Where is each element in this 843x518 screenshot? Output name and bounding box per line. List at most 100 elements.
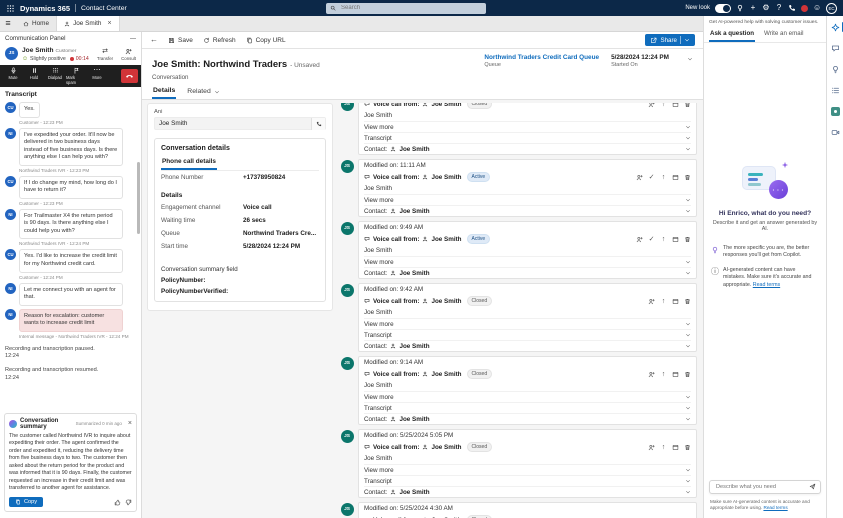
action-check-icon[interactable]: ✓	[648, 174, 655, 181]
timeline-transcript[interactable]: Transcript	[364, 475, 691, 486]
timeline-view-more[interactable]: View more	[364, 194, 691, 205]
hamburger-menu-icon[interactable]: ≡	[0, 16, 16, 31]
bulb-icon[interactable]	[830, 64, 840, 74]
call-control-mark-spam[interactable]: Mark spam	[66, 67, 86, 85]
timeline-contact[interactable]: Contact: Joe Smith	[364, 267, 691, 278]
footer-read-terms-link[interactable]: Read terms	[763, 505, 787, 510]
action-person-add-icon[interactable]	[648, 298, 655, 305]
phone-icon[interactable]	[788, 4, 796, 12]
consult-button[interactable]: Consult	[121, 48, 136, 61]
action-arrow-up-icon[interactable]: ↑	[660, 103, 667, 108]
global-search[interactable]	[326, 2, 487, 14]
action-window-icon[interactable]	[672, 103, 679, 108]
call-control-hold[interactable]: Hold	[24, 67, 44, 85]
call-contact-button[interactable]	[311, 117, 325, 130]
tab-home[interactable]: Home	[16, 16, 58, 31]
teams-icon[interactable]	[830, 106, 840, 116]
action-window-icon[interactable]	[672, 174, 679, 181]
action-window-icon[interactable]	[672, 236, 679, 243]
tab-joe-smith[interactable]: Joe Smith ×	[57, 16, 120, 31]
action-window-icon[interactable]	[672, 371, 679, 378]
ani-input[interactable]	[155, 120, 311, 127]
thumb-down-icon[interactable]	[125, 499, 132, 506]
timeline-view-more[interactable]: View more	[364, 121, 691, 132]
action-trash-icon[interactable]	[684, 444, 691, 451]
mic-icon	[10, 67, 17, 74]
waffle-icon[interactable]	[6, 4, 15, 13]
feedback-smiley-icon[interactable]: ☺	[813, 4, 821, 12]
chat-icon[interactable]	[830, 43, 840, 53]
action-trash-icon[interactable]	[684, 103, 691, 108]
queue-value-link[interactable]: Northwind Traders Credit Card Queue	[484, 54, 599, 61]
transfer-button[interactable]: ⇄ Transfer	[97, 48, 113, 61]
action-trash-icon[interactable]	[684, 371, 691, 378]
user-avatar[interactable]: EC	[826, 2, 838, 14]
action-person-add-icon[interactable]	[648, 103, 655, 108]
list-icon[interactable]	[830, 85, 840, 95]
presence-dnd-icon[interactable]	[801, 4, 809, 12]
timeline-transcript[interactable]: Transcript	[364, 329, 691, 340]
action-arrow-up-icon[interactable]: ↑	[660, 236, 667, 243]
timeline-transcript[interactable]: Transcript	[364, 402, 691, 413]
collapse-header-chevron-icon[interactable]	[687, 56, 693, 62]
back-button[interactable]: ←	[150, 36, 158, 44]
action-trash-icon[interactable]	[684, 174, 691, 181]
action-check-icon[interactable]: ✓	[648, 236, 655, 243]
action-person-add-icon[interactable]	[648, 444, 655, 451]
action-trash-icon[interactable]	[684, 236, 691, 243]
copilot-icon[interactable]	[830, 22, 843, 32]
sentiment-row: ☺ Slightly positive 00:14	[22, 56, 93, 62]
action-trash-icon[interactable]	[684, 298, 691, 305]
call-control-dialpad[interactable]: Dialpad	[45, 67, 65, 85]
timeline-contact[interactable]: Contact: Joe Smith	[364, 205, 691, 216]
send-icon[interactable]	[809, 483, 816, 490]
timeline-contact[interactable]: Contact: Joe Smith	[364, 486, 691, 497]
tab-related[interactable]: Related	[186, 85, 220, 99]
timeline-view-more[interactable]: View more	[364, 256, 691, 267]
share-button[interactable]: Share	[645, 34, 695, 46]
save-button[interactable]: Save	[168, 37, 193, 44]
transcript-scrollbar[interactable]	[137, 162, 140, 234]
copy-summary-button[interactable]: Copy	[9, 497, 44, 507]
minimize-panel-icon[interactable]: —	[130, 36, 136, 42]
action-person-add-icon[interactable]	[636, 236, 643, 243]
settings-gear-icon[interactable]: ⚙	[762, 4, 770, 12]
copilot-prompt-input[interactable]	[714, 482, 809, 491]
dialpad-icon	[52, 67, 59, 74]
tab-ask-a-question[interactable]: Ask a question	[709, 29, 756, 42]
copy-url-button[interactable]: Copy URL	[246, 37, 286, 44]
timeline-contact[interactable]: Contact: Joe Smith	[364, 340, 691, 351]
camera-icon[interactable]	[830, 127, 840, 137]
close-summary-icon[interactable]: ×	[128, 420, 132, 427]
refresh-button[interactable]: Refresh	[203, 37, 236, 44]
tab-write-an-email[interactable]: Write an email	[763, 29, 804, 42]
tab-phone-call-details[interactable]: Phone call details	[161, 158, 217, 170]
action-person-add-icon[interactable]	[648, 371, 655, 378]
search-input[interactable]	[339, 4, 483, 12]
timeline-contact[interactable]: Contact: Joe Smith	[364, 143, 691, 154]
timeline-contact[interactable]: Contact: Joe Smith	[364, 413, 691, 424]
timeline-view-more[interactable]: View more	[364, 391, 691, 402]
help-icon[interactable]: ?	[775, 4, 783, 12]
action-arrow-up-icon[interactable]: ↑	[660, 298, 667, 305]
new-record-icon[interactable]: +	[749, 4, 757, 12]
timeline-transcript[interactable]: Transcript	[364, 132, 691, 143]
new-look-toggle[interactable]	[715, 3, 732, 13]
action-window-icon[interactable]	[672, 298, 679, 305]
thumb-up-icon[interactable]	[114, 499, 121, 506]
action-arrow-up-icon[interactable]: ↑	[660, 174, 667, 181]
end-call-button[interactable]	[121, 69, 138, 83]
timeline-view-more[interactable]: View more	[364, 318, 691, 329]
timeline-view-more[interactable]: View more	[364, 464, 691, 475]
tab-details[interactable]: Details	[152, 85, 177, 99]
action-arrow-up-icon[interactable]: ↑	[660, 371, 667, 378]
ideas-icon[interactable]	[736, 4, 744, 12]
call-control-mute[interactable]: Mute	[3, 67, 23, 85]
action-person-add-icon[interactable]	[636, 174, 643, 181]
chevron-down-icon	[685, 197, 691, 203]
action-window-icon[interactable]	[672, 444, 679, 451]
read-terms-link[interactable]: Read terms	[753, 282, 780, 288]
call-control-more[interactable]: ⋯ More	[87, 67, 107, 85]
action-arrow-up-icon[interactable]: ↑	[660, 444, 667, 451]
close-tab-icon[interactable]: ×	[107, 20, 111, 27]
